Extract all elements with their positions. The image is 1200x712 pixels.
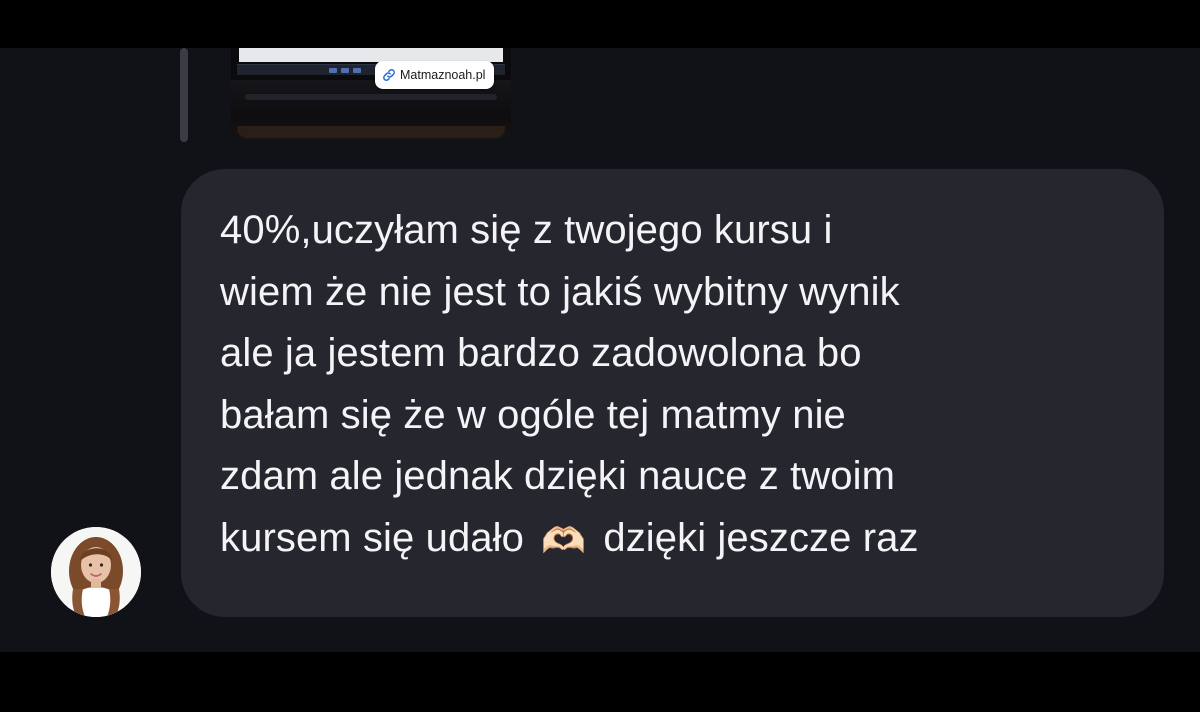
message-text: 40%,uczyłam się z twojego kursu i wiem ż… [220,200,1150,571]
message-line-6-end: dzięki jeszcze raz [603,515,919,560]
message-line-6-start: kursem się udało [220,515,524,560]
link-sticker[interactable]: Matmaznoah.pl [375,61,495,89]
heart-hands-emoji: 🫶🏻 [541,519,587,561]
link-icon [383,69,395,81]
message-line-3: ale ja jestem bardzo zadowolona bo [220,331,862,375]
message-line-4: bałam się że w ogóle tej matmy nie [220,392,846,437]
chat-thread[interactable]: Matmaznoah.pl 40%,uczyłam się z twojego … [0,48,1200,652]
reply-indicator-line [180,48,188,142]
message-line-1: 40%,uczyłam się z twojego kursu i [220,208,833,252]
message-line-2: wiem że nie jest to jakiś wybitny wynik [220,269,900,314]
message-bubble[interactable]: 40%,uczyłam się z twojego kursu i wiem ż… [181,169,1164,617]
sender-avatar[interactable] [51,527,141,617]
shared-post-screen [239,48,503,62]
message-line-6: kursem się udało 🫶🏻 dzięki jeszcze raz [220,508,1150,572]
message-line-5: zdam ale jednak dzięki nauce z twoim [220,454,896,498]
shared-post-laptop [231,80,511,140]
user-avatar [51,527,141,617]
bottom-letterbox [0,652,1200,712]
link-sticker-label: Matmaznoah.pl [400,68,486,82]
top-letterbox [0,0,1200,48]
